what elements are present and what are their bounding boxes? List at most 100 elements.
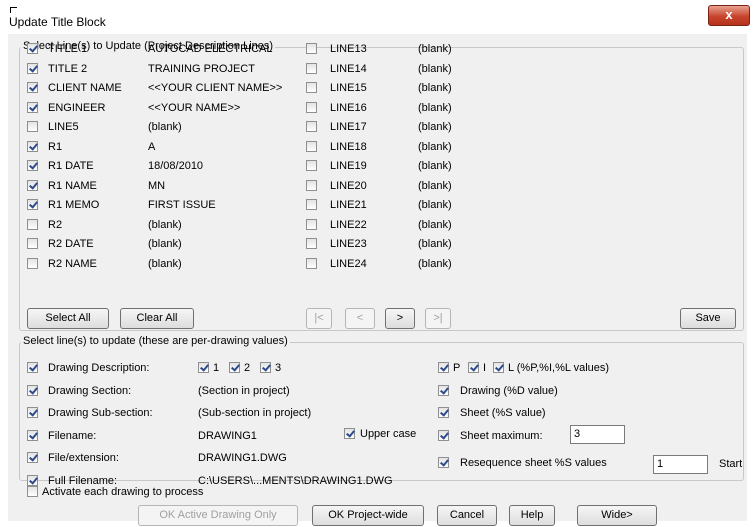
upper-case-label: Upper case xyxy=(360,428,417,440)
project-line-row-value: (blank) xyxy=(148,238,182,250)
project-line-row-label: LINE5 xyxy=(48,121,79,133)
project-line-row-label: LINE13 xyxy=(330,43,367,55)
l-value-checkbox[interactable] xyxy=(493,362,504,373)
help-button[interactable]: Help xyxy=(509,505,555,526)
project-line-row-checkbox[interactable] xyxy=(27,62,38,74)
project-line-row-checkbox[interactable] xyxy=(306,238,317,249)
project-line-row-label: R2 NAME xyxy=(48,257,97,270)
close-button[interactable]: x xyxy=(708,5,750,26)
project-line-row-checkbox[interactable] xyxy=(306,43,317,54)
project-line-row-checkbox[interactable] xyxy=(27,140,38,152)
filename-value: DRAWING1 xyxy=(198,430,257,442)
start-label: Start xyxy=(719,458,743,470)
project-line-row-checkbox[interactable] xyxy=(306,101,317,113)
sheet-s-checkbox[interactable] xyxy=(438,407,449,418)
description-line-2-checkbox[interactable] xyxy=(229,362,240,373)
project-line-row-label: ENGINEER xyxy=(48,101,106,114)
project-line-row-value: <<YOUR CLIENT NAME>> xyxy=(148,82,283,94)
project-line-row-value: (blank) xyxy=(418,218,452,231)
project-line-row-value: (blank) xyxy=(418,199,452,211)
project-line-row-label: LINE17 xyxy=(330,121,367,133)
last-page-button[interactable]: >| xyxy=(425,308,451,329)
project-line-row-value: 18/08/2010 xyxy=(148,160,204,172)
wide-button[interactable]: Wide> xyxy=(577,505,657,526)
drawing-section-value: (Section in project) xyxy=(198,385,290,397)
project-line-row-checkbox[interactable] xyxy=(306,218,317,230)
full-filename-checkbox[interactable] xyxy=(27,475,38,486)
project-line-row-value: (blank) xyxy=(418,160,452,172)
project-line-row-value: (blank) xyxy=(418,101,452,114)
project-line-row-checkbox[interactable] xyxy=(27,82,38,93)
ok-active-drawing-button[interactable]: OK Active Drawing Only xyxy=(138,505,298,526)
filename-checkbox[interactable] xyxy=(27,430,38,441)
project-line-row-checkbox[interactable] xyxy=(27,257,38,269)
project-line-row-checkbox[interactable] xyxy=(27,199,38,210)
description-line-3-checkbox[interactable] xyxy=(260,362,271,373)
project-line-row-value: FIRST ISSUE xyxy=(148,199,216,211)
drawing-section-checkbox[interactable] xyxy=(27,385,38,396)
drawing-d-checkbox[interactable] xyxy=(438,385,449,396)
clear-all-button[interactable]: Clear All xyxy=(120,308,194,329)
activate-drawing-checkbox[interactable] xyxy=(27,486,38,497)
drawing-description-label: Drawing Description: xyxy=(48,362,150,374)
i-value-checkbox[interactable] xyxy=(468,362,479,373)
drawing-subsection-value: (Sub-section in project) xyxy=(198,407,312,419)
description-line-1-label: 1 xyxy=(213,362,220,374)
project-line-row-label: LINE23 xyxy=(330,238,367,250)
per-drawing-legend: Select line(s) to update (these are per-… xyxy=(21,335,290,347)
window-icon xyxy=(10,7,17,13)
upper-case-checkbox[interactable] xyxy=(344,428,355,439)
resequence-checkbox[interactable] xyxy=(438,457,449,468)
description-line-1-checkbox[interactable] xyxy=(198,362,209,373)
cancel-button[interactable]: Cancel xyxy=(437,505,497,526)
project-line-row-checkbox[interactable] xyxy=(27,43,38,54)
project-line-row-label: R2 xyxy=(48,218,63,231)
project-line-row-label: CLIENT NAME xyxy=(48,82,122,94)
project-line-row-checkbox[interactable] xyxy=(306,160,317,171)
drawing-d-label: Drawing (%D value) xyxy=(460,385,558,397)
project-line-row-label: LINE14 xyxy=(330,62,367,75)
project-line-row-checkbox[interactable] xyxy=(306,121,317,132)
project-line-row-value: MN xyxy=(148,179,166,192)
project-line-row-value: TRAINING PROJECT xyxy=(148,62,255,75)
sheet-max-input[interactable]: 3 xyxy=(570,425,625,444)
project-line-row-label: LINE21 xyxy=(330,199,367,211)
project-line-row-checkbox[interactable] xyxy=(27,121,38,132)
resequence-start-input[interactable]: 1 xyxy=(653,455,708,474)
project-line-row-value: (blank) xyxy=(418,43,452,55)
project-line-row-checkbox[interactable] xyxy=(306,257,317,269)
project-line-row-checkbox[interactable] xyxy=(306,199,317,210)
project-line-row-value: (blank) xyxy=(418,238,452,250)
project-line-row-checkbox[interactable] xyxy=(27,179,38,191)
file-extension-checkbox[interactable] xyxy=(27,452,38,463)
sheet-max-checkbox[interactable] xyxy=(438,430,449,441)
save-button[interactable]: Save xyxy=(680,308,736,329)
project-line-row-label: R1 DATE xyxy=(48,160,94,172)
project-line-row-checkbox[interactable] xyxy=(27,238,38,249)
prev-page-button[interactable]: < xyxy=(345,308,375,329)
next-page-button[interactable]: > xyxy=(385,308,415,329)
project-line-row-checkbox[interactable] xyxy=(306,140,317,152)
drawing-subsection-checkbox[interactable] xyxy=(27,407,38,418)
project-line-row-checkbox[interactable] xyxy=(27,160,38,171)
ok-project-wide-button[interactable]: OK Project-wide xyxy=(312,505,424,526)
p-value-checkbox[interactable] xyxy=(438,362,449,373)
project-line-row-label: R1 xyxy=(48,140,63,153)
description-line-3-label: 3 xyxy=(275,362,282,374)
project-line-row-label: R2 DATE xyxy=(48,238,94,250)
first-page-button[interactable]: |< xyxy=(306,308,332,329)
drawing-description-checkbox[interactable] xyxy=(27,362,38,373)
project-line-row-checkbox[interactable] xyxy=(306,179,317,191)
resequence-label: Resequence sheet %S values xyxy=(460,457,607,469)
project-line-row-label: LINE18 xyxy=(330,140,367,153)
project-line-row-checkbox[interactable] xyxy=(306,62,317,74)
project-line-row-checkbox[interactable] xyxy=(306,82,317,93)
project-line-row-checkbox[interactable] xyxy=(27,101,38,113)
project-line-row-label: LINE24 xyxy=(330,257,367,270)
project-line-row-checkbox[interactable] xyxy=(27,218,38,230)
select-all-button[interactable]: Select All xyxy=(27,308,109,329)
drawing-subsection-label: Drawing Sub-section: xyxy=(48,407,153,419)
project-line-row-label: TITLE 1 xyxy=(48,43,88,55)
sheet-max-label: Sheet maximum: xyxy=(460,430,543,442)
project-line-row-value: A xyxy=(148,140,156,153)
